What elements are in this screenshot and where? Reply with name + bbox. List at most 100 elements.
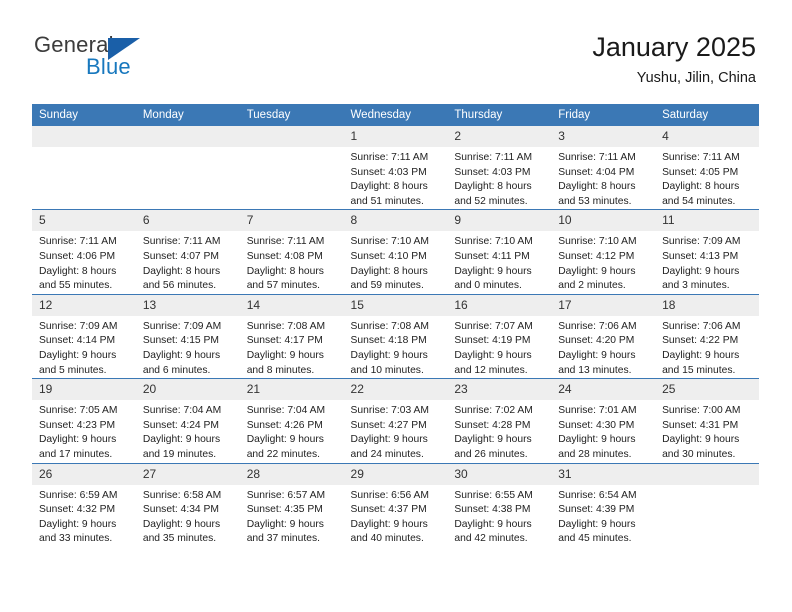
daylight-text-line1: Daylight: 9 hours — [558, 265, 636, 277]
sunrise-text: Sunrise: 7:11 AM — [246, 236, 325, 248]
day-number — [135, 126, 240, 147]
calendar-day-cell-22[interactable]: 22 Sunrise: 7:03 AM Sunset: 4:27 PM Dayligh… — [343, 378, 448, 463]
day-number: 26 — [32, 463, 136, 485]
day-number: 9 — [447, 210, 552, 232]
daylight-text-line1: Daylight: 8 hours — [350, 181, 428, 193]
calendar-day-cell-19[interactable]: 19 Sunrise: 7:05 AM Sunset: 4:23 PM Dayligh… — [32, 378, 136, 463]
day-details: Sunrise: 6:55 AM Sunset: 4:38 PM Daylight:… — [447, 485, 551, 547]
weekday-header-saturday: Saturday — [655, 104, 759, 126]
calendar-day-cell-8[interactable]: 8 Sunrise: 7:10 AM Sunset: 4:10 PM Daylight… — [343, 209, 448, 295]
sunrise-text: Sunrise: 6:56 AM — [350, 489, 429, 501]
calendar-day-cell-21[interactable]: 21 Sunrise: 7:04 AM Sunset: 4:26 PM Dayligh… — [239, 378, 344, 463]
calendar-day-cell-3[interactable]: 3 Sunrise: 7:11 AM Sunset: 4:04 PM Daylight… — [551, 126, 656, 210]
calendar-day-cell-1[interactable]: 1 Sunrise: 7:11 AM Sunset: 4:03 PM Daylight… — [343, 126, 448, 210]
sunrise-text: Sunrise: 7:10 AM — [558, 236, 637, 248]
calendar-day-cell-13[interactable]: 13 Sunrise: 7:09 AM Sunset: 4:15 PM Dayligh… — [135, 293, 240, 379]
daylight-text-line2: and 56 minutes. — [142, 280, 217, 292]
day-details: Sunrise: 6:57 AM Sunset: 4:35 PM Daylight:… — [240, 485, 344, 547]
day-number: 14 — [239, 294, 344, 316]
calendar-day-cell-23[interactable]: 23 Sunrise: 7:02 AM Sunset: 4:28 PM Dayligh… — [447, 378, 552, 463]
daylight-text-line2: and 40 minutes. — [350, 533, 424, 545]
calendar-day-cell-27[interactable]: 27 Sunrise: 6:58 AM Sunset: 4:34 PM Dayligh… — [135, 462, 240, 547]
calendar-day-cell-12[interactable]: 12 Sunrise: 7:09 AM Sunset: 4:14 PM Dayligh… — [32, 293, 136, 379]
weekday-header-friday: Friday — [551, 104, 656, 126]
daylight-text-line1: Daylight: 9 hours — [558, 518, 636, 530]
sunrise-text: Sunrise: 7:09 AM — [39, 320, 118, 332]
daylight-text-line1: Daylight: 9 hours — [350, 518, 428, 530]
daylight-text-line2: and 59 minutes. — [350, 280, 424, 292]
sunset-text: Sunset: 4:06 PM — [39, 250, 116, 262]
title-block: January 2025 Yushu, Jilin, China — [592, 30, 756, 89]
calendar-day-cell-28[interactable]: 28 Sunrise: 6:57 AM Sunset: 4:35 PM Dayligh… — [239, 462, 344, 547]
calendar-day-cell-24[interactable]: 24 Sunrise: 7:01 AM Sunset: 4:30 PM Dayligh… — [551, 378, 656, 463]
calendar-day-cell-26[interactable]: 26 Sunrise: 6:59 AM Sunset: 4:32 PM Dayligh… — [32, 462, 136, 547]
calendar-day-cell-9[interactable]: 9 Sunrise: 7:10 AM Sunset: 4:11 PM Daylight… — [447, 209, 552, 295]
calendar-day-cell-7[interactable]: 7 Sunrise: 7:11 AM Sunset: 4:08 PM Daylight… — [239, 209, 344, 295]
day-number: 28 — [239, 463, 344, 485]
sunset-text: Sunset: 4:31 PM — [662, 419, 739, 431]
calendar-day-cell-30[interactable]: 30 Sunrise: 6:55 AM Sunset: 4:38 PM Dayligh… — [447, 462, 552, 547]
daylight-text-line1: Daylight: 9 hours — [662, 265, 740, 277]
general-blue-logo[interactable]: General Blue — [34, 33, 174, 83]
day-number: 10 — [551, 210, 656, 232]
daylight-text-line2: and 30 minutes. — [662, 448, 736, 460]
calendar-week-row: 5 Sunrise: 7:11 AM Sunset: 4:06 PM Daylight… — [32, 209, 759, 295]
sunset-text: Sunset: 4:15 PM — [142, 335, 219, 347]
day-details: Sunrise: 7:02 AM Sunset: 4:28 PM Daylight:… — [447, 400, 551, 462]
daylight-text-line2: and 5 minutes. — [39, 364, 107, 376]
weekday-header-tuesday: Tuesday — [239, 104, 344, 126]
day-number: 4 — [655, 126, 759, 147]
weekday-header-wednesday: Wednesday — [343, 104, 448, 126]
calendar-day-cell-25[interactable]: 25 Sunrise: 7:00 AM Sunset: 4:31 PM Dayligh… — [655, 378, 759, 463]
calendar-day-cell-14[interactable]: 14 Sunrise: 7:08 AM Sunset: 4:17 PM Dayligh… — [239, 293, 344, 379]
daylight-text-line2: and 2 minutes. — [558, 280, 626, 292]
calendar-day-cell-5[interactable]: 5 Sunrise: 7:11 AM Sunset: 4:06 PM Daylight… — [32, 209, 136, 295]
page-header: General Blue January 2025 Yushu, Jilin, … — [0, 0, 792, 103]
calendar-day-cell-4[interactable]: 4 Sunrise: 7:11 AM Sunset: 4:05 PM Daylight… — [655, 126, 759, 210]
day-details: Sunrise: 7:11 AM Sunset: 4:04 PM Daylight:… — [551, 147, 655, 209]
daylight-text-line1: Daylight: 9 hours — [39, 349, 117, 361]
calendar-day-cell-2[interactable]: 2 Sunrise: 7:11 AM Sunset: 4:03 PM Daylight… — [447, 126, 552, 210]
calendar-day-cell-10[interactable]: 10 Sunrise: 7:10 AM Sunset: 4:12 PM Dayligh… — [551, 209, 656, 295]
day-details: Sunrise: 7:10 AM Sunset: 4:11 PM Daylight:… — [447, 231, 551, 293]
sunrise-text: Sunrise: 7:11 AM — [454, 152, 533, 163]
sunset-text: Sunset: 4:30 PM — [558, 419, 635, 431]
daylight-text-line1: Daylight: 9 hours — [662, 434, 740, 446]
day-number: 6 — [135, 210, 240, 232]
calendar-day-cell-18[interactable]: 18 Sunrise: 7:06 AM Sunset: 4:22 PM Dayligh… — [655, 293, 759, 379]
daylight-text-line2: and 57 minutes. — [246, 280, 320, 292]
daylight-text-line2: and 54 minutes. — [662, 195, 736, 207]
daylight-text-line1: Daylight: 9 hours — [142, 518, 221, 530]
daylight-text-line2: and 37 minutes. — [246, 533, 320, 545]
day-details — [32, 147, 136, 151]
sunset-text: Sunset: 4:13 PM — [662, 250, 739, 262]
calendar-day-cell-empty — [32, 126, 136, 210]
calendar-day-cell-20[interactable]: 20 Sunrise: 7:04 AM Sunset: 4:24 PM Dayligh… — [135, 378, 240, 463]
day-details: Sunrise: 6:58 AM Sunset: 4:34 PM Daylight:… — [136, 485, 240, 547]
daylight-text-line1: Daylight: 9 hours — [246, 349, 324, 361]
day-number: 2 — [447, 126, 552, 147]
sunrise-text: Sunrise: 7:11 AM — [39, 236, 117, 248]
sunrise-text: Sunrise: 7:10 AM — [454, 236, 533, 248]
calendar-day-cell-29[interactable]: 29 Sunrise: 6:56 AM Sunset: 4:37 PM Dayligh… — [343, 462, 448, 547]
day-details: Sunrise: 7:11 AM Sunset: 4:05 PM Daylight:… — [655, 147, 759, 209]
calendar-day-cell-15[interactable]: 15 Sunrise: 7:08 AM Sunset: 4:18 PM Dayligh… — [343, 293, 448, 379]
day-number: 31 — [551, 463, 656, 485]
sunrise-text: Sunrise: 7:10 AM — [350, 236, 429, 248]
sunrise-text: Sunrise: 6:58 AM — [142, 489, 222, 501]
weekday-header-sunday: Sunday — [32, 104, 136, 126]
day-number: 16 — [447, 294, 552, 316]
calendar-day-cell-31[interactable]: 31 Sunrise: 6:54 AM Sunset: 4:39 PM Dayligh… — [551, 462, 656, 547]
calendar-day-cell-11[interactable]: 11 Sunrise: 7:09 AM Sunset: 4:13 PM Dayligh… — [655, 209, 759, 295]
daylight-text-line2: and 15 minutes. — [662, 364, 736, 376]
day-number: 7 — [239, 210, 344, 232]
day-details: Sunrise: 6:59 AM Sunset: 4:32 PM Daylight:… — [32, 485, 136, 547]
calendar-header-row: Sunday Monday Tuesday Wednesday Thursday Frid… — [32, 104, 759, 126]
daylight-text-line2: and 51 minutes. — [350, 195, 424, 207]
calendar-day-cell-empty — [655, 462, 759, 547]
calendar-day-cell-6[interactable]: 6 Sunrise: 7:11 AM Sunset: 4:07 PM Daylight… — [135, 209, 240, 295]
daylight-text-line1: Daylight: 9 hours — [558, 434, 636, 446]
calendar-page: General Blue January 2025 Yushu, Jilin, … — [0, 0, 792, 612]
calendar-day-cell-17[interactable]: 17 Sunrise: 7:06 AM Sunset: 4:20 PM Dayligh… — [551, 293, 656, 379]
calendar-day-cell-16[interactable]: 16 Sunrise: 7:07 AM Sunset: 4:19 PM Dayligh… — [447, 293, 552, 379]
